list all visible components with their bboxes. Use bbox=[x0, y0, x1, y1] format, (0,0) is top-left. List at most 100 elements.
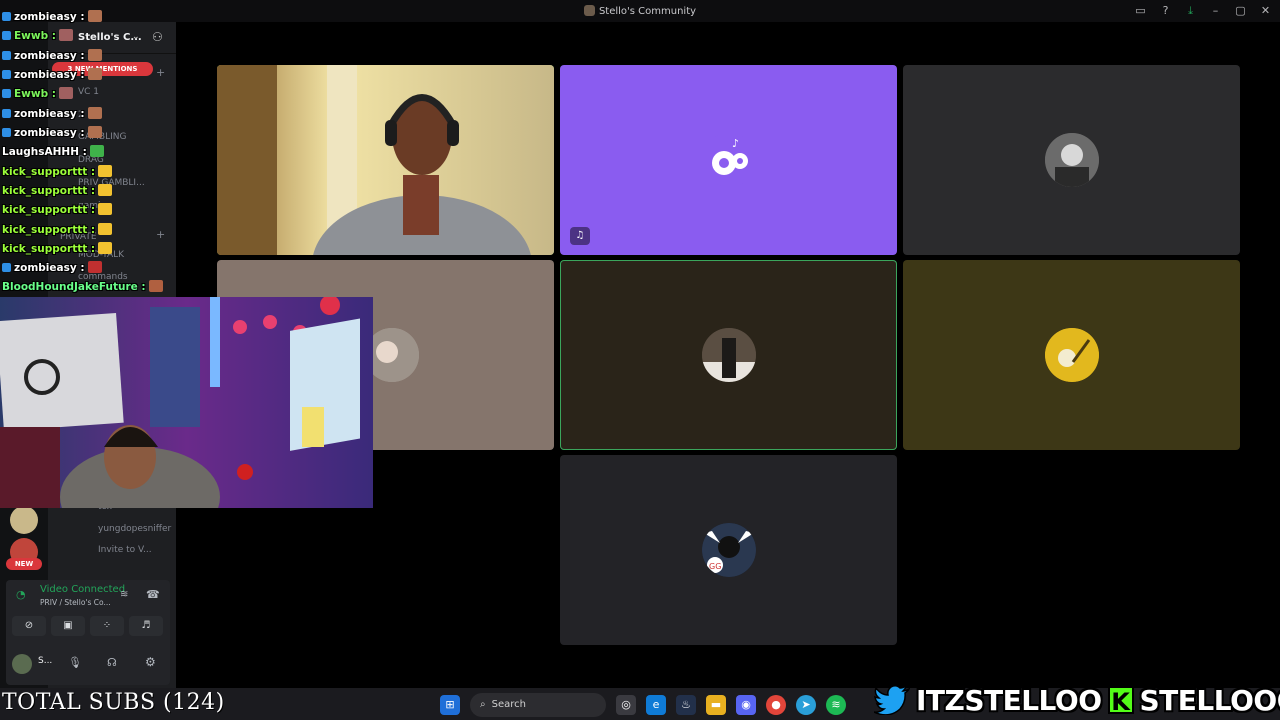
chat-message: BloodHoundJakeFuture : bbox=[2, 280, 163, 293]
emote-icon bbox=[98, 203, 113, 215]
music-stream-icon: ♫ bbox=[570, 227, 590, 245]
download-icon[interactable]: ⤓ bbox=[1184, 4, 1197, 17]
voice-connection-panel: ◔ Video Connected PRIV / Stello's Co... … bbox=[6, 580, 170, 685]
chat-message: zombieasy : bbox=[2, 68, 102, 81]
app-icon[interactable]: ◎ bbox=[616, 695, 636, 715]
chat-message: kick_supporttt : bbox=[2, 165, 113, 178]
screen-share-button[interactable]: ▣ bbox=[51, 616, 85, 636]
emote-icon bbox=[87, 49, 102, 61]
user-name: S... bbox=[38, 656, 53, 666]
user-panel: S... 🎙 ☊ ⚙ bbox=[6, 646, 170, 682]
inbox-icon[interactable]: ▭ bbox=[1134, 4, 1147, 17]
voice-tile[interactable] bbox=[560, 260, 897, 450]
twitter-icon bbox=[874, 685, 910, 715]
chat-message: kick_supporttt : bbox=[2, 223, 113, 236]
avatar: GG bbox=[701, 523, 756, 577]
emote-icon bbox=[98, 165, 113, 177]
emote-icon bbox=[58, 29, 73, 41]
camera-off-button[interactable]: ⊘ bbox=[12, 616, 46, 636]
svg-text:♪: ♪ bbox=[732, 137, 739, 150]
disconnect-icon[interactable]: ☎ bbox=[146, 588, 160, 601]
avatar bbox=[1044, 328, 1099, 382]
noise-suppression-icon[interactable]: ≋ bbox=[120, 589, 128, 600]
file-explorer-icon[interactable]: ▬ bbox=[706, 695, 726, 715]
help-icon[interactable]: ? bbox=[1159, 4, 1172, 17]
emote-icon bbox=[87, 68, 102, 80]
emote-icon bbox=[98, 184, 113, 196]
subscriber-badge-icon bbox=[2, 70, 11, 79]
minimize-icon[interactable]: – bbox=[1209, 4, 1222, 17]
taskbar-apps: ⊞ ⌕ Search ◎ e ♨ ▬ ◉ ● ➤ ≋ bbox=[440, 693, 846, 717]
voice-tile[interactable]: ♪ ♫ bbox=[560, 65, 897, 255]
video-tile[interactable] bbox=[217, 65, 554, 255]
spotify-icon[interactable]: ≋ bbox=[826, 695, 846, 715]
maximize-icon[interactable]: ▢ bbox=[1234, 4, 1247, 17]
settings-gear-icon[interactable]: ⚙ bbox=[145, 655, 156, 669]
chrome-icon[interactable]: ● bbox=[766, 695, 786, 715]
title-bar: Stello's Community ▭ ? ⤓ – ▢ ✕ bbox=[0, 0, 1280, 22]
participant-video bbox=[217, 65, 554, 255]
chevron-down-icon: ⌄ bbox=[132, 32, 140, 42]
channel-item[interactable]: VC 1 bbox=[78, 87, 99, 97]
avatar bbox=[365, 328, 419, 382]
chat-message: zombieasy : bbox=[2, 261, 102, 274]
subscriber-badge-icon bbox=[2, 109, 11, 118]
create-channel-icon[interactable]: + bbox=[156, 66, 165, 79]
avatar[interactable] bbox=[12, 654, 32, 674]
streamer-webcam-overlay bbox=[0, 297, 373, 508]
emote-icon bbox=[98, 242, 113, 254]
voice-tile[interactable]: GG bbox=[560, 455, 897, 645]
emote-icon bbox=[148, 280, 163, 292]
add-member-icon[interactable]: ⚇ bbox=[152, 30, 163, 44]
voice-tile[interactable] bbox=[903, 65, 1240, 255]
chat-message: zombieasy : bbox=[2, 126, 102, 139]
subscriber-badge-icon bbox=[2, 89, 11, 98]
chat-message: zombieasy : bbox=[2, 107, 102, 120]
total-subs-counter: TOTAL SUBS (124) bbox=[2, 690, 225, 715]
activities-button[interactable]: ⁘ bbox=[90, 616, 124, 636]
create-channel-icon[interactable]: + bbox=[156, 228, 165, 241]
edge-icon[interactable]: e bbox=[646, 695, 666, 715]
avatar bbox=[701, 328, 756, 382]
chat-message: kick_supporttt : bbox=[2, 184, 113, 197]
server-avatar[interactable] bbox=[10, 506, 38, 534]
close-icon[interactable]: ✕ bbox=[1259, 4, 1272, 17]
chat-message: Ewwb : bbox=[2, 29, 73, 42]
emote-icon bbox=[87, 107, 102, 119]
voice-tile[interactable] bbox=[903, 260, 1240, 450]
voice-member[interactable]: yungdopesniffer bbox=[98, 524, 171, 534]
steam-icon[interactable]: ♨ bbox=[676, 695, 696, 715]
chat-message: kick_supporttt : bbox=[2, 242, 113, 255]
telegram-icon[interactable]: ➤ bbox=[796, 695, 816, 715]
chat-message: zombieasy : bbox=[2, 49, 102, 62]
kick-icon: K bbox=[1107, 686, 1134, 716]
emote-icon bbox=[87, 261, 102, 273]
windows-start-icon[interactable]: ⊞ bbox=[440, 695, 460, 715]
emote-icon bbox=[87, 126, 102, 138]
twitter-handle: ITZSTELLOO bbox=[916, 683, 1102, 717]
emote-icon bbox=[98, 223, 113, 235]
chat-message: Ewwb : bbox=[2, 87, 73, 100]
subscriber-badge-icon bbox=[2, 12, 11, 21]
voice-status: Video Connected bbox=[40, 584, 126, 595]
window-title-text: Stello's Community bbox=[598, 6, 697, 17]
invite-link[interactable]: Invite to V... bbox=[98, 545, 152, 555]
headphones-icon[interactable]: ☊ bbox=[107, 656, 117, 669]
new-badge: NEW bbox=[6, 558, 42, 570]
emote-icon bbox=[89, 145, 104, 157]
subscriber-badge-icon bbox=[2, 31, 11, 40]
voice-channel-name[interactable]: PRIV / Stello's Co... bbox=[40, 598, 111, 607]
discord-icon[interactable]: ◉ bbox=[736, 695, 756, 715]
kick-handle: STELLOOO bbox=[1139, 683, 1280, 717]
window-title: Stello's Community bbox=[0, 5, 1280, 17]
chat-message: kick_supporttt : bbox=[2, 203, 113, 216]
server-icon bbox=[583, 5, 595, 16]
bot-avatar: ♪ bbox=[701, 133, 756, 187]
microphone-icon[interactable]: 🎙 bbox=[68, 656, 82, 669]
taskbar-search[interactable]: ⌕ Search bbox=[470, 693, 606, 717]
subscriber-badge-icon bbox=[2, 128, 11, 137]
subscriber-badge-icon bbox=[2, 51, 11, 60]
search-icon: ⌕ bbox=[480, 699, 486, 710]
soundboard-button[interactable]: ♬ bbox=[129, 616, 163, 636]
svg-text:GG: GG bbox=[709, 562, 721, 571]
